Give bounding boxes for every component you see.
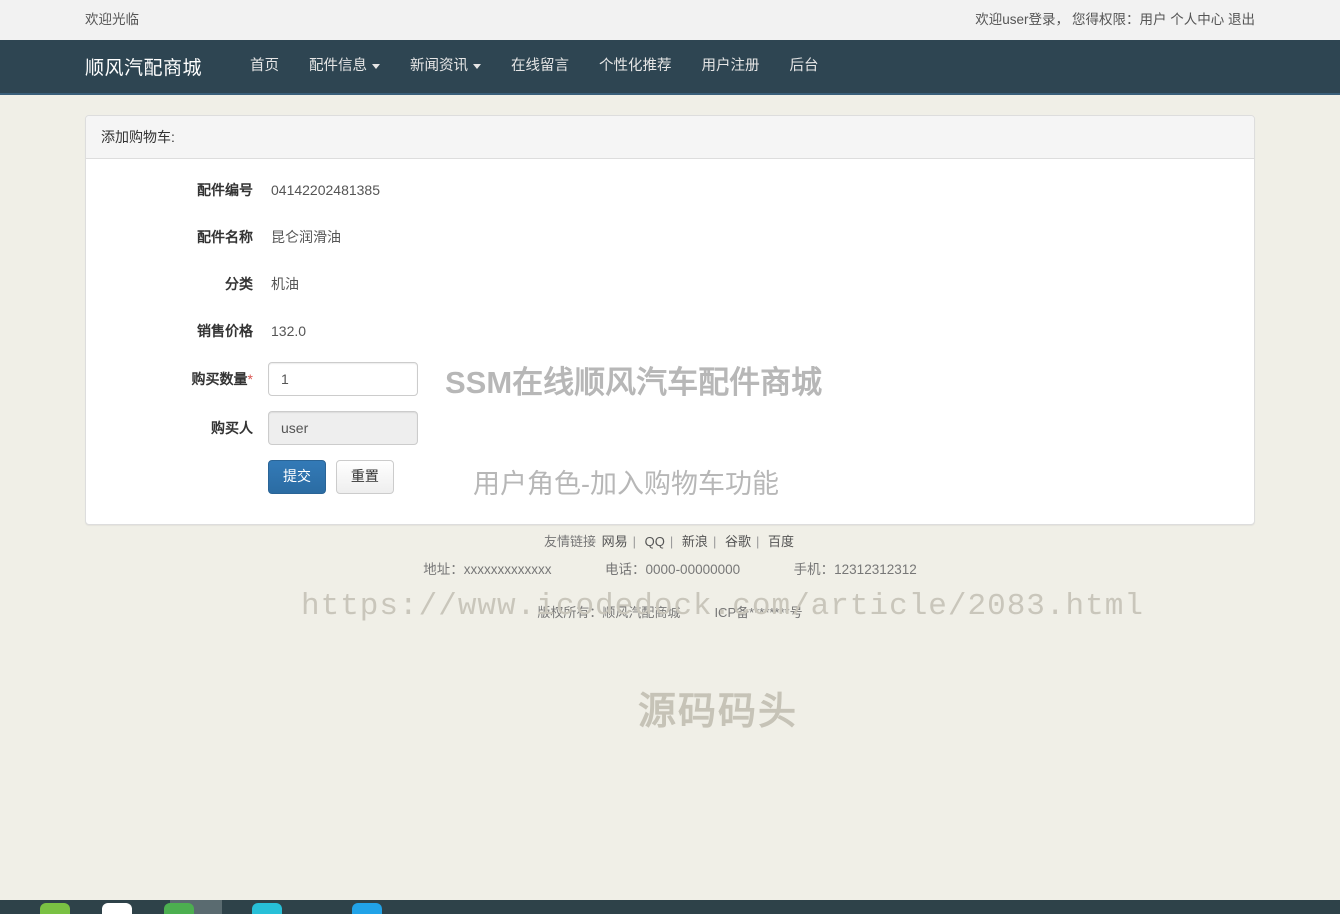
quantity-input[interactable] — [268, 362, 418, 396]
friendly-link-qq[interactable]: QQ — [645, 534, 665, 549]
os-taskbar — [0, 900, 1340, 914]
field-row-part-number: 配件编号 04142202481385 — [101, 174, 1239, 206]
nav-item-message-board-label: 在线留言 — [511, 58, 570, 74]
field-row-category: 分类 机油 — [101, 268, 1239, 300]
part-name-label: 配件名称 — [197, 229, 253, 245]
field-row-part-name: 配件名称 昆仑润滑油 — [101, 221, 1239, 253]
nav-item-message-board[interactable]: 在线留言 — [496, 40, 584, 93]
panel-title: 添加购物车: — [86, 116, 1254, 159]
taskbar-app-icon-green2[interactable] — [164, 903, 194, 914]
friendly-link-google[interactable]: 谷歌 — [725, 534, 751, 549]
link-divider: | — [755, 533, 760, 549]
nav-item-admin[interactable]: 后台 — [775, 40, 834, 93]
friendly-link-baidu[interactable]: 百度 — [768, 534, 794, 549]
friendly-link-netease[interactable]: 网易 — [602, 534, 628, 549]
add-to-cart-panel: 添加购物车: 配件编号 04142202481385 配件名称 昆仑润滑油 分类… — [85, 115, 1255, 525]
friendly-links: 友情链接 网易 | QQ | 新浪 | 谷歌 | 百度 — [85, 531, 1255, 550]
top-utility-bar: 欢迎光临 欢迎user登录， 您得权限：用户 个人中心 退出 — [0, 0, 1340, 40]
required-marker: * — [247, 371, 253, 387]
buyer-label: 购买人 — [211, 420, 253, 436]
part-number-label: 配件编号 — [197, 182, 253, 198]
copyright-value: 顺风汽配商城 — [602, 604, 681, 620]
actions-group: 提交 重置 — [268, 460, 394, 494]
account-area: 欢迎user登录， 您得权限：用户 个人中心 退出 — [975, 0, 1255, 40]
taskbar-app-icon-blue[interactable] — [352, 903, 382, 914]
footer-contact-line: 地址：xxxxxxxxxxxxx 电话：0000-00000000 手机：123… — [85, 558, 1255, 578]
welcome-text: 欢迎光临 — [85, 12, 139, 27]
icp-number: ICP备********号 — [714, 604, 803, 620]
login-greeting: 欢迎user登录， — [975, 12, 1069, 27]
address-value: xxxxxxxxxxxxx — [463, 561, 552, 577]
field-row-buyer: 购买人 — [101, 411, 1239, 445]
add-to-cart-form: 配件编号 04142202481385 配件名称 昆仑润滑油 分类 机油 销售价… — [86, 159, 1254, 524]
category-label: 分类 — [225, 276, 253, 292]
mobile-label: 手机： — [793, 561, 835, 577]
quantity-label-text: 购买数量 — [191, 371, 248, 387]
site-brand[interactable]: 顺风汽配商城 — [85, 53, 217, 80]
telephone-value: 0000-00000000 — [645, 561, 741, 577]
category-value: 机油 — [271, 276, 299, 292]
friendly-links-label: 友情链接 — [544, 533, 597, 549]
reset-button[interactable]: 重置 — [335, 460, 394, 494]
top-utility-bar-inner: 欢迎光临 欢迎user登录， 您得权限：用户 个人中心 退出 — [85, 0, 1255, 40]
nav-item-home-label: 首页 — [250, 58, 280, 74]
logout-link[interactable]: 退出 — [1228, 12, 1255, 27]
footer-copyright-line: 版权所有：顺风汽配商城 ICP备********号 — [85, 602, 1255, 621]
telephone-label: 电话： — [605, 561, 646, 577]
field-row-price: 销售价格 132.0 — [101, 315, 1239, 347]
taskbar-app-icon-cyan[interactable] — [252, 903, 282, 914]
role-label: 您得权限： — [1071, 12, 1140, 27]
nav-item-admin-label: 后台 — [789, 58, 819, 74]
taskbar-icon-group — [40, 900, 382, 914]
nav-item-recommendation[interactable]: 个性化推荐 — [584, 40, 687, 93]
submit-button[interactable]: 提交 — [268, 460, 326, 494]
copyright-label: 版权所有： — [537, 604, 603, 620]
chevron-down-icon — [473, 63, 482, 69]
form-actions-row: 提交 重置 — [101, 460, 1239, 494]
link-divider: | — [632, 533, 637, 549]
nav-item-register[interactable]: 用户注册 — [687, 40, 775, 93]
main-navbar: 顺风汽配商城 首页 配件信息 新闻资讯 在线留言 个性化推荐 用户注册 后台 — [0, 40, 1340, 95]
chevron-down-icon — [372, 63, 381, 69]
nav-item-recommendation-label: 个性化推荐 — [599, 58, 672, 74]
friendly-link-sina[interactable]: 新浪 — [682, 534, 708, 549]
role-value: 用户 — [1139, 12, 1167, 27]
nav-item-news[interactable]: 新闻资讯 — [395, 40, 496, 93]
nav-item-register-label: 用户注册 — [701, 58, 760, 74]
price-label: 销售价格 — [197, 323, 253, 339]
watermark-brand-logo: 源码码头 — [638, 691, 799, 733]
field-row-quantity: 购买数量* — [101, 362, 1239, 396]
nav-item-news-label: 新闻资讯 — [410, 58, 469, 74]
nav-item-parts-info-label: 配件信息 — [309, 58, 368, 74]
taskbar-app-icon-white[interactable] — [102, 903, 132, 914]
nav-item-home[interactable]: 首页 — [235, 40, 294, 93]
page-container: 添加购物车: 配件编号 04142202481385 配件名称 昆仑润滑油 分类… — [85, 95, 1255, 733]
profile-link[interactable]: 个人中心 — [1170, 12, 1224, 27]
link-divider: | — [712, 533, 717, 549]
link-divider: | — [669, 533, 674, 549]
taskbar-app-icon-green[interactable] — [40, 903, 70, 914]
price-value: 132.0 — [271, 323, 307, 339]
part-number-value: 04142202481385 — [271, 182, 381, 198]
main-navbar-inner: 顺风汽配商城 首页 配件信息 新闻资讯 在线留言 个性化推荐 用户注册 后台 — [85, 40, 1255, 93]
part-name-value: 昆仑润滑油 — [271, 229, 341, 245]
site-footer: 友情链接 网易 | QQ | 新浪 | 谷歌 | 百度 地址：xxxxxxxxxxxxx… — [85, 525, 1255, 621]
mobile-value: 12312312312 — [834, 561, 917, 577]
buyer-input[interactable] — [268, 411, 418, 445]
address-label: 地址： — [423, 561, 464, 577]
quantity-label: 购买数量* — [101, 369, 268, 389]
nav-item-parts-info[interactable]: 配件信息 — [294, 40, 395, 93]
